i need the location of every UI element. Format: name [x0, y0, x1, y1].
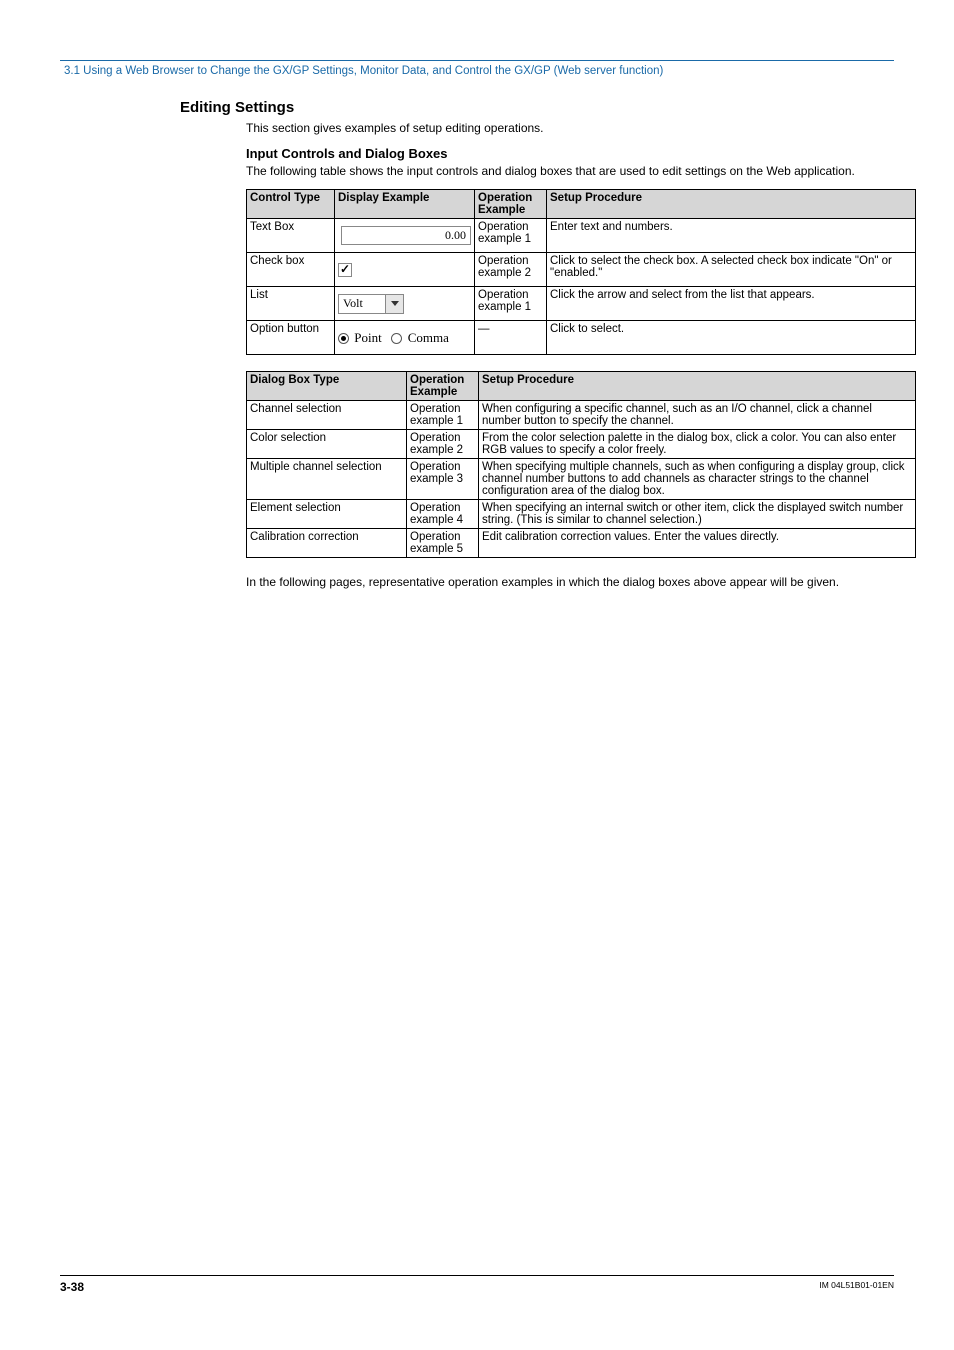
table-header: Control Type: [247, 190, 335, 219]
setup-procedure-cell: Click to select.: [547, 321, 916, 355]
chevron-down-icon[interactable]: [385, 295, 403, 313]
text-box-input[interactable]: 0.00: [341, 226, 471, 245]
table-row: Multiple channel selection Operation exa…: [247, 459, 916, 500]
table-row: Check box Operation example 2 Click to s…: [247, 253, 916, 287]
section-heading-input-controls: Input Controls and Dialog Boxes: [246, 146, 894, 161]
operation-example-cell: Operation example 1: [475, 219, 547, 253]
section-heading-editing-settings: Editing Settings: [180, 99, 894, 116]
input-controls-outro: In the following pages, representative o…: [246, 574, 894, 590]
control-type-cell: Option button: [247, 321, 335, 355]
table-row: Text Box 0.00 Operation example 1 Enter …: [247, 219, 916, 253]
table-row: Color selection Operation example 2 From…: [247, 430, 916, 459]
setup-procedure-cell: When specifying an internal switch or ot…: [479, 500, 916, 529]
breadcrumb: 3.1 Using a Web Browser to Change the GX…: [60, 65, 894, 77]
dialog-type-cell: Element selection: [247, 500, 407, 529]
setup-procedure-cell: Click to select the check box. A selecte…: [547, 253, 916, 287]
setup-procedure-cell: Enter text and numbers.: [547, 219, 916, 253]
operation-example-cell: Operation example 2: [407, 430, 479, 459]
operation-example-cell: Operation example 1: [475, 287, 547, 321]
display-example-cell: Point Comma: [335, 321, 475, 355]
control-type-cell: Check box: [247, 253, 335, 287]
dialog-type-cell: Calibration correction: [247, 529, 407, 558]
radio-comma-label: Comma: [408, 330, 449, 345]
table-row: Channel selection Operation example 1 Wh…: [247, 401, 916, 430]
list-select[interactable]: Volt: [338, 294, 404, 314]
document-id: IM 04L51B01-01EN: [819, 1280, 894, 1294]
table-row: List Volt Operation example 1 Click the …: [247, 287, 916, 321]
radio-point-label: Point: [354, 330, 381, 345]
table-header: Dialog Box Type: [247, 372, 407, 401]
setup-procedure-cell: From the color selection palette in the …: [479, 430, 916, 459]
checkbox-input[interactable]: [338, 263, 352, 277]
page-number: 3-38: [60, 1280, 84, 1294]
operation-example-cell: Operation example 1: [407, 401, 479, 430]
operation-example-cell: Operation example 3: [407, 459, 479, 500]
dialog-type-cell: Multiple channel selection: [247, 459, 407, 500]
display-example-cell: 0.00: [335, 219, 475, 253]
table-header: Display Example: [335, 190, 475, 219]
control-type-cell: Text Box: [247, 219, 335, 253]
table-header: Setup Procedure: [547, 190, 916, 219]
table-header: Setup Procedure: [479, 372, 916, 401]
setup-procedure-cell: Click the arrow and select from the list…: [547, 287, 916, 321]
dialog-box-table: Dialog Box Type Operation Example Setup …: [246, 371, 916, 558]
operation-example-cell: Operation example 2: [475, 253, 547, 287]
list-select-value: Volt: [339, 295, 385, 313]
radio-comma[interactable]: [391, 333, 402, 344]
table-row: Calibration correction Operation example…: [247, 529, 916, 558]
editing-settings-intro: This section gives examples of setup edi…: [246, 120, 894, 136]
page-footer: 3-38 IM 04L51B01-01EN: [60, 1275, 894, 1294]
control-type-cell: List: [247, 287, 335, 321]
setup-procedure-cell: When specifying multiple channels, such …: [479, 459, 916, 500]
table-header: Operation Example: [475, 190, 547, 219]
display-example-cell: [335, 253, 475, 287]
dialog-type-cell: Channel selection: [247, 401, 407, 430]
setup-procedure-cell: When configuring a specific channel, suc…: [479, 401, 916, 430]
table-row: Option button Point Comma — Click to sel…: [247, 321, 916, 355]
radio-point[interactable]: [338, 333, 349, 344]
table-row: Element selection Operation example 4 Wh…: [247, 500, 916, 529]
operation-example-cell: Operation example 4: [407, 500, 479, 529]
operation-example-cell: —: [475, 321, 547, 355]
input-controls-intro: The following table shows the input cont…: [246, 163, 894, 179]
operation-example-cell: Operation example 5: [407, 529, 479, 558]
display-example-cell: Volt: [335, 287, 475, 321]
setup-procedure-cell: Edit calibration correction values. Ente…: [479, 529, 916, 558]
dialog-type-cell: Color selection: [247, 430, 407, 459]
input-controls-table: Control Type Display Example Operation E…: [246, 189, 916, 355]
table-header: Operation Example: [407, 372, 479, 401]
